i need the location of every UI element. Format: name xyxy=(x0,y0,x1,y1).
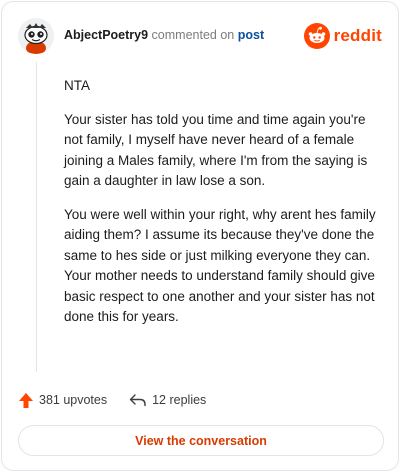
view-conversation-button[interactable]: View the conversation xyxy=(18,425,384,456)
reply-arrow-icon xyxy=(129,394,146,407)
byline: AbjectPoetry9 commented on post xyxy=(64,28,264,42)
post-link[interactable]: post xyxy=(238,28,264,42)
avatar[interactable] xyxy=(18,18,54,54)
replies-count: 12 replies xyxy=(152,393,207,407)
comment-paragraph: NTA xyxy=(64,78,90,93)
upvote-count: 381 upvotes xyxy=(39,393,108,407)
embedded-comment-card: AbjectPoetry9 commented on post reddit N… xyxy=(1,1,399,471)
snoo-avatar-icon xyxy=(18,18,54,54)
comment-paragraph: Your sister has told you time and time a… xyxy=(64,111,368,189)
username[interactable]: AbjectPoetry9 xyxy=(64,28,148,42)
thread-line xyxy=(36,62,37,372)
action-text: commented on xyxy=(151,28,235,42)
replies-button[interactable]: 12 replies xyxy=(129,393,206,407)
comment-actions: 381 upvotes 12 replies xyxy=(18,390,228,410)
reddit-logo[interactable]: reddit xyxy=(303,22,382,50)
reddit-snoo-icon xyxy=(303,23,330,49)
comment-header: AbjectPoetry9 commented on post reddit xyxy=(18,18,382,54)
upvote-arrow-icon xyxy=(19,392,33,408)
comment-body: NTA Your sister has told you time and ti… xyxy=(64,76,382,341)
upvote-button[interactable]: 381 upvotes xyxy=(18,392,107,409)
reddit-wordmark: reddit xyxy=(333,26,382,45)
comment-paragraph: You were well within your right, why are… xyxy=(64,206,376,325)
